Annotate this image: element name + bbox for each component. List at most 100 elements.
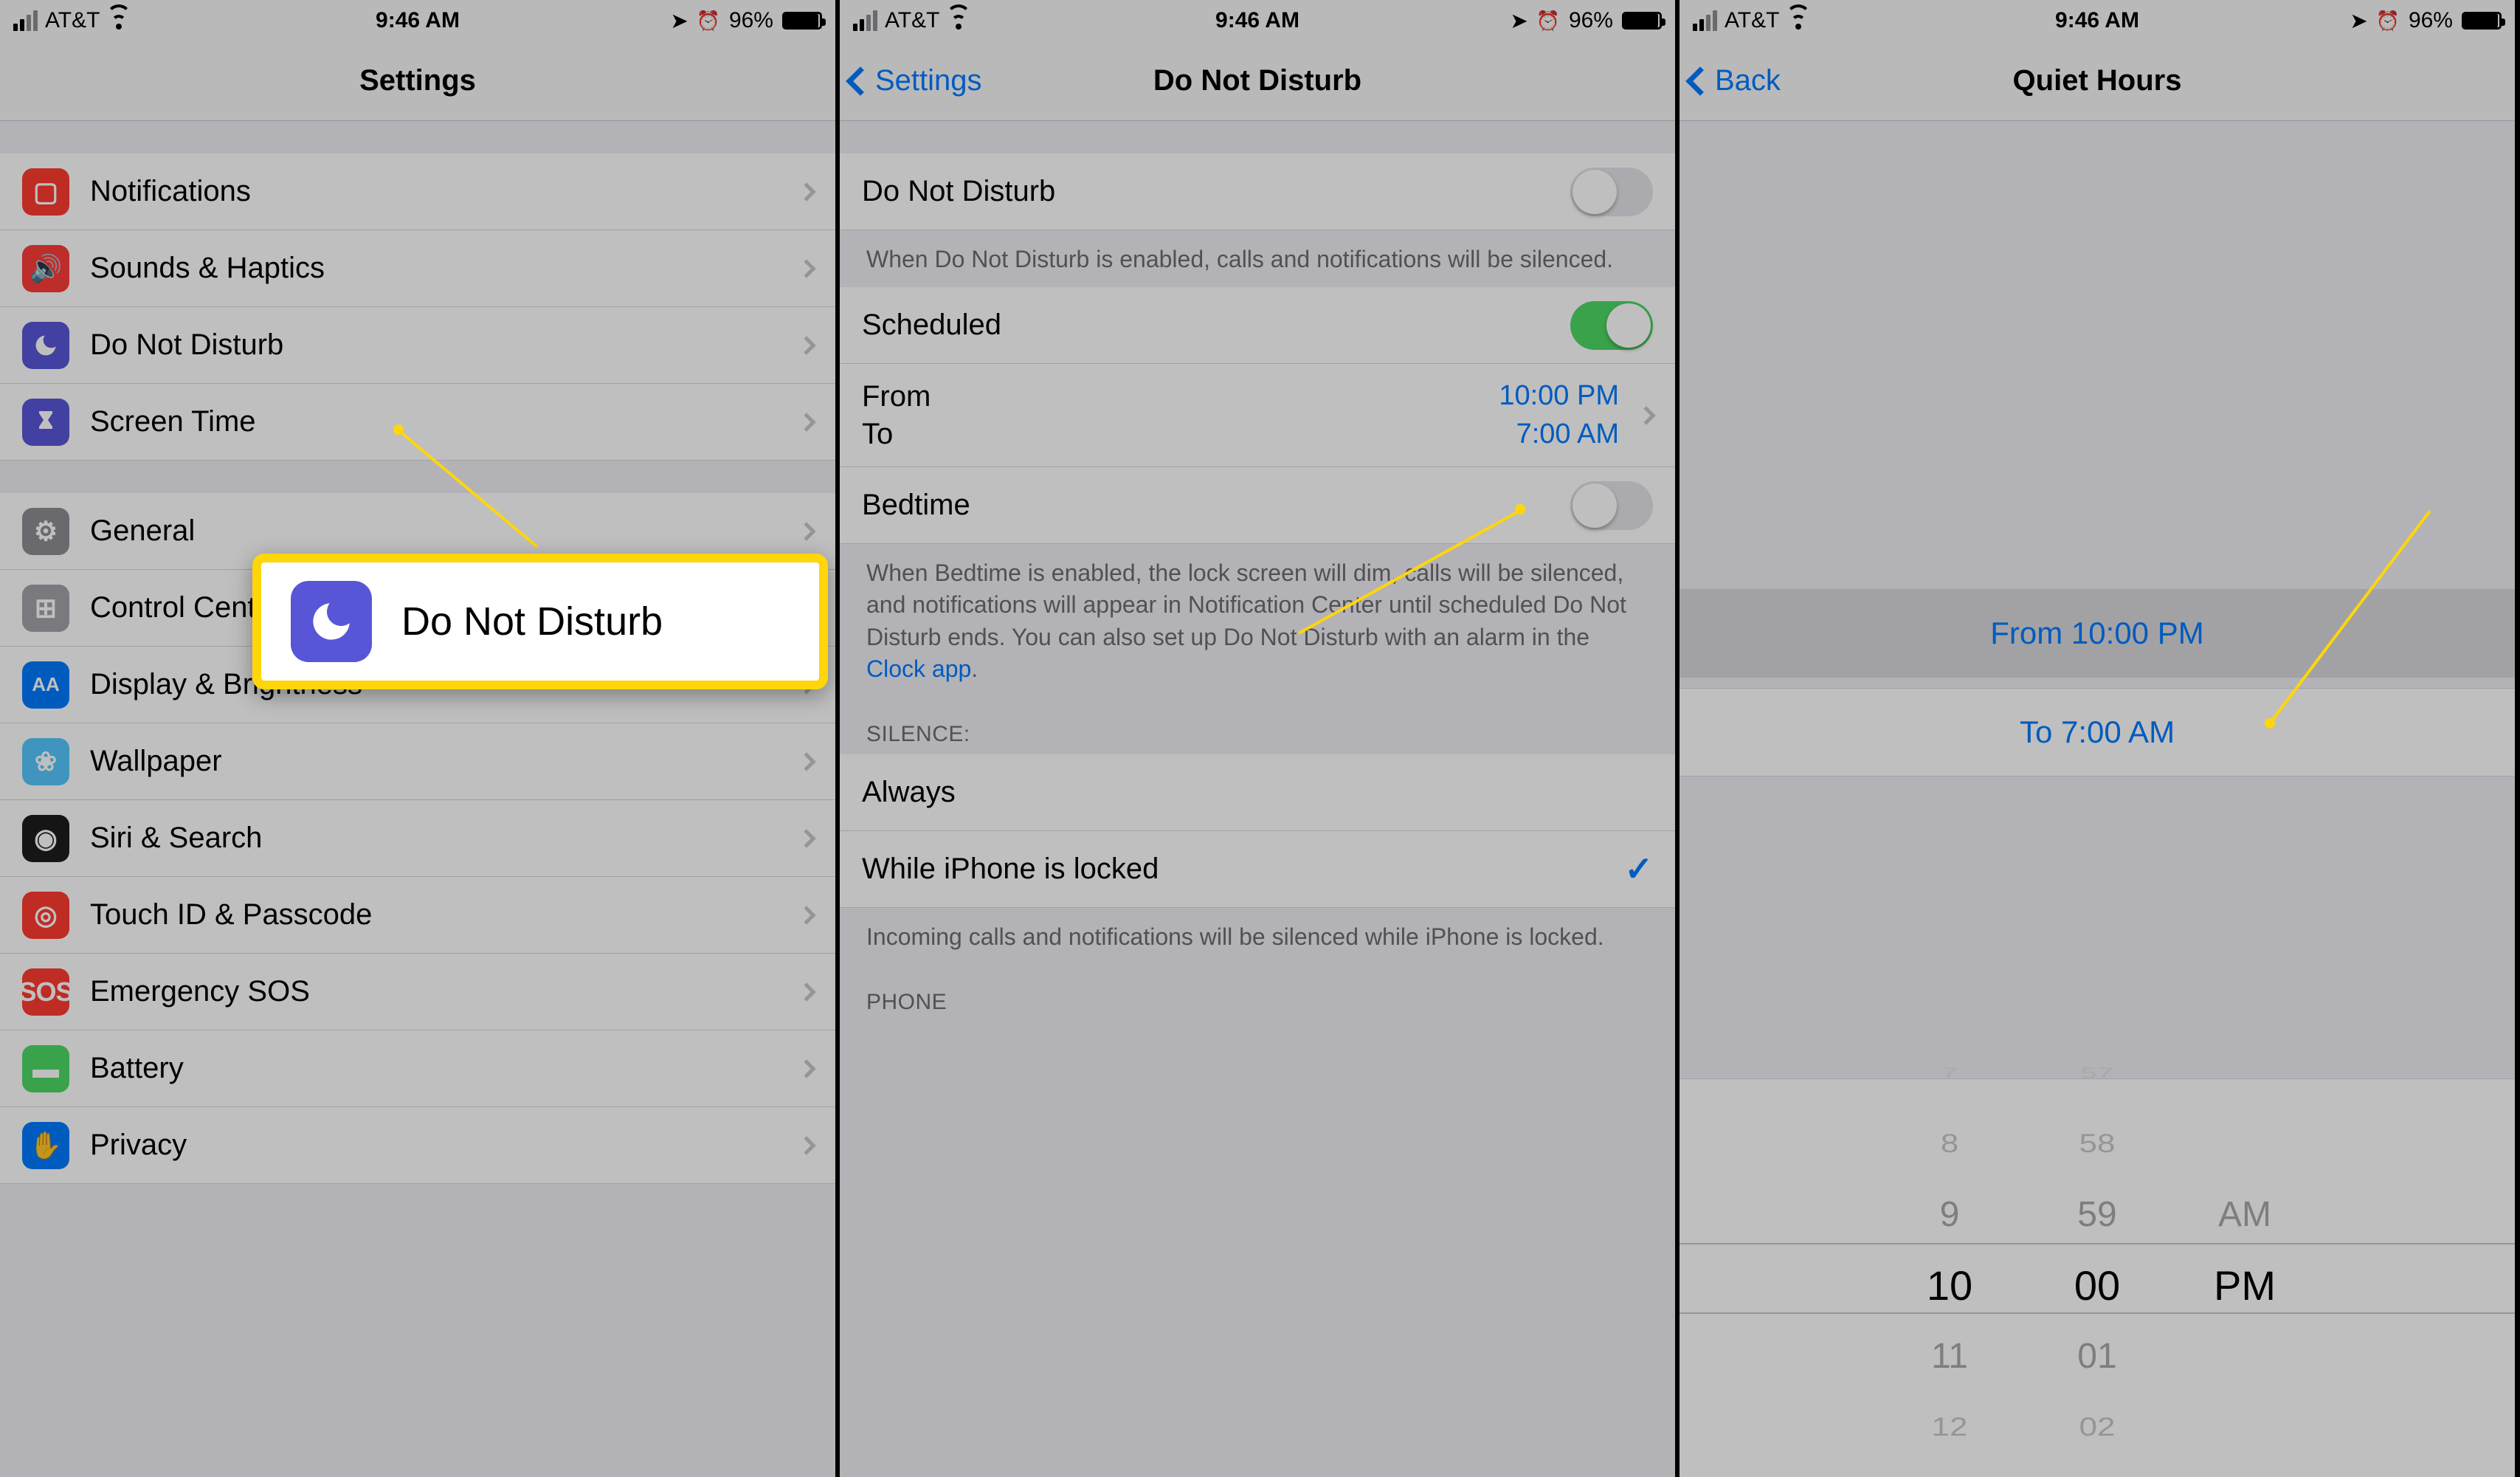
battery-icon bbox=[1622, 12, 1662, 30]
page-title: Settings bbox=[0, 64, 835, 97]
from-row-text: From 10:00 PM bbox=[1990, 616, 2203, 651]
chevron-left-icon bbox=[1685, 66, 1715, 96]
row-screen-time[interactable]: Screen Time bbox=[0, 384, 835, 461]
to-label: To bbox=[862, 418, 1499, 451]
picker-ampm[interactable]: AM PM - bbox=[2171, 1180, 2319, 1392]
wifi-icon bbox=[947, 12, 970, 30]
gear-icon: ⚙ bbox=[22, 508, 69, 555]
row-emergency-sos[interactable]: SOS Emergency SOS bbox=[0, 954, 835, 1030]
callout-dnd-row: Do Not Disturb bbox=[252, 554, 828, 689]
back-button[interactable]: Back bbox=[1690, 64, 1781, 97]
wallpaper-icon: ❀ bbox=[22, 738, 69, 785]
row-label: Screen Time bbox=[90, 405, 793, 438]
row-label: Scheduled bbox=[862, 309, 1570, 342]
chevron-right-icon bbox=[797, 752, 815, 771]
moon-icon bbox=[291, 581, 372, 662]
clock-time: 9:46 AM bbox=[1962, 8, 2231, 33]
nav-bar: Settings Do Not Disturb bbox=[840, 41, 1675, 121]
clock-app-link[interactable]: Clock app bbox=[866, 655, 971, 682]
clock-time: 9:46 AM bbox=[283, 8, 552, 33]
chevron-right-icon bbox=[797, 906, 815, 924]
row-label: Siri & Search bbox=[90, 822, 793, 855]
back-button[interactable]: Settings bbox=[850, 64, 982, 97]
chevron-right-icon bbox=[797, 259, 815, 278]
back-label: Back bbox=[1715, 64, 1781, 97]
section-header-phone: PHONE bbox=[840, 965, 1675, 1022]
alarm-icon: ⏰ bbox=[1536, 10, 1560, 32]
row-while-locked[interactable]: While iPhone is locked ✓ bbox=[840, 831, 1675, 908]
row-privacy[interactable]: ✋ Privacy bbox=[0, 1107, 835, 1184]
hourglass-icon bbox=[22, 399, 69, 446]
row-dnd-toggle[interactable]: Do Not Disturb bbox=[840, 154, 1675, 230]
row-sounds[interactable]: 🔊 Sounds & Haptics bbox=[0, 230, 835, 307]
row-siri[interactable]: ◉ Siri & Search bbox=[0, 800, 835, 877]
quiet-hours-to-row[interactable]: To 7:00 AM bbox=[1680, 688, 2515, 777]
signal-icon bbox=[13, 10, 38, 31]
chevron-left-icon bbox=[846, 66, 875, 96]
location-icon: ➤ bbox=[1511, 10, 1527, 32]
chevron-right-icon bbox=[797, 522, 815, 540]
carrier-label: AT&T bbox=[885, 8, 939, 33]
carrier-label: AT&T bbox=[45, 8, 100, 33]
row-touchid[interactable]: ◎ Touch ID & Passcode bbox=[0, 877, 835, 954]
dnd-toggle[interactable] bbox=[1570, 168, 1653, 216]
status-bar: AT&T 9:46 AM ➤ ⏰ 96% bbox=[840, 0, 1675, 41]
row-label: Wallpaper bbox=[90, 745, 793, 778]
footer-text: When Do Not Disturb is enabled, calls an… bbox=[840, 230, 1675, 287]
row-label: Always bbox=[862, 776, 1653, 809]
carrier-label: AT&T bbox=[1725, 8, 1779, 33]
time-picker[interactable]: 7 8 9 10 11 12 1 57 58 59 00 01 02 03 AM… bbox=[1680, 1078, 2515, 1477]
clock-time: 9:46 AM bbox=[1122, 8, 1392, 33]
status-bar: AT&T 9:46 AM ➤ ⏰ 96% bbox=[1680, 0, 2515, 41]
picker-minutes[interactable]: 57 58 59 00 01 02 03 bbox=[2023, 1038, 2171, 1477]
from-label: From bbox=[862, 380, 1499, 413]
battery-icon bbox=[2462, 12, 2502, 30]
section-header-silence: SILENCE: bbox=[840, 697, 1675, 754]
wifi-icon bbox=[107, 12, 131, 30]
status-bar: AT&T 9:46 AM ➤ ⏰ 96% bbox=[0, 0, 835, 41]
back-label: Settings bbox=[875, 64, 982, 97]
row-label: Do Not Disturb bbox=[90, 328, 793, 362]
row-label: Sounds & Haptics bbox=[90, 252, 793, 285]
row-label: Do Not Disturb bbox=[862, 175, 1570, 208]
alarm-icon: ⏰ bbox=[2376, 10, 2400, 32]
row-label: General bbox=[90, 514, 793, 548]
bedtime-toggle[interactable] bbox=[1570, 481, 1653, 530]
quiet-hours-from-row[interactable]: From 10:00 PM bbox=[1680, 589, 2515, 678]
wifi-icon bbox=[1787, 12, 1810, 30]
to-time-value: 7:00 AM bbox=[1499, 418, 1619, 452]
location-icon: ➤ bbox=[672, 10, 688, 32]
row-label: Battery bbox=[90, 1052, 793, 1085]
siri-icon: ◉ bbox=[22, 815, 69, 862]
location-icon: ➤ bbox=[2351, 10, 2367, 32]
chevron-right-icon bbox=[797, 982, 815, 1001]
row-label: Emergency SOS bbox=[90, 975, 793, 1008]
nav-bar: Settings bbox=[0, 41, 835, 121]
scheduled-toggle[interactable] bbox=[1570, 301, 1653, 350]
row-do-not-disturb[interactable]: Do Not Disturb bbox=[0, 307, 835, 384]
row-notifications[interactable]: ▢ Notifications bbox=[0, 154, 835, 230]
row-label: Bedtime bbox=[862, 489, 1570, 522]
row-wallpaper[interactable]: ❀ Wallpaper bbox=[0, 723, 835, 800]
signal-icon bbox=[1693, 10, 1717, 31]
row-label: Notifications bbox=[90, 175, 793, 208]
screen-dnd: AT&T 9:46 AM ➤ ⏰ 96% Settings Do Not Dis… bbox=[840, 0, 1680, 1477]
moon-icon bbox=[22, 322, 69, 369]
picker-hours[interactable]: 7 8 9 10 11 12 1 bbox=[1876, 1038, 2023, 1477]
row-battery[interactable]: ▬ Battery bbox=[0, 1030, 835, 1107]
row-scheduled[interactable]: Scheduled bbox=[840, 287, 1675, 364]
row-quiet-hours[interactable]: From To 10:00 PM 7:00 AM bbox=[840, 364, 1675, 467]
battery-pct: 96% bbox=[2409, 8, 2453, 33]
nav-bar: Back Quiet Hours bbox=[1680, 41, 2515, 121]
row-always[interactable]: Always bbox=[840, 754, 1675, 831]
from-time-value: 10:00 PM bbox=[1499, 379, 1619, 413]
row-label: While iPhone is locked bbox=[862, 853, 1624, 886]
control-center-icon: ⊞ bbox=[22, 585, 69, 632]
display-icon: AA bbox=[22, 661, 69, 709]
footer-text: Incoming calls and notifications will be… bbox=[840, 908, 1675, 965]
fingerprint-icon: ◎ bbox=[22, 892, 69, 939]
battery-row-icon: ▬ bbox=[22, 1045, 69, 1092]
chevron-right-icon bbox=[1637, 406, 1655, 424]
footer-text: When Bedtime is enabled, the lock screen… bbox=[840, 544, 1675, 697]
row-bedtime[interactable]: Bedtime bbox=[840, 467, 1675, 544]
